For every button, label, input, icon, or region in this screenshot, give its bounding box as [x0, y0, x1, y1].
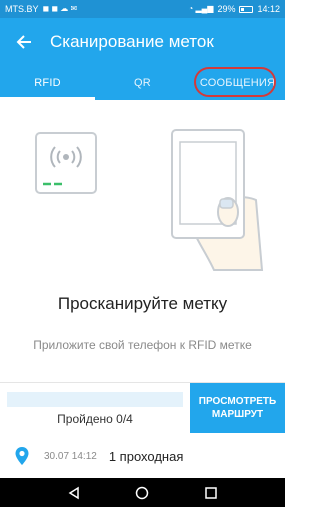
- bottom-panel: Пройдено 0/4 ПРОСМОТРЕТЬ МАРШРУТ: [0, 382, 285, 433]
- battery-percent: 29%: [217, 4, 236, 14]
- notification-icons: ◼ ◼ ☁ ✉: [42, 4, 78, 13]
- view-route-label-line1: ПРОСМОТРЕТЬ: [198, 396, 277, 407]
- tab-bar: RFID QR СООБЩЕНИЯ: [0, 66, 285, 100]
- route-item-name: 1 проходная: [108, 448, 184, 464]
- system-nav-bar: [0, 478, 285, 507]
- back-button[interactable]: [0, 18, 48, 66]
- signal-icons: ◔ ▂▄▆: [188, 4, 214, 13]
- scan-title: Просканируйте метку: [57, 294, 228, 313]
- tab-qr[interactable]: QR: [95, 66, 190, 100]
- scan-illustration: [35, 129, 264, 271]
- scan-hint: Приложите свой телефон к RFID метке: [33, 338, 252, 352]
- tab-rfid[interactable]: RFID: [0, 66, 95, 100]
- back-triangle-icon[interactable]: [67, 486, 81, 500]
- page-title: Сканирование меток: [50, 32, 214, 51]
- route-item-date: 30.07 14:12: [44, 450, 97, 462]
- tab-messages[interactable]: СООБЩЕНИЯ: [190, 66, 285, 100]
- phone-in-hand-icon: [171, 129, 264, 271]
- carrier-label: MTS.BY: [5, 4, 39, 14]
- app-bar: Сканирование меток: [0, 18, 285, 66]
- battery-icon: [239, 5, 254, 13]
- rfid-tag-icon: [35, 132, 97, 194]
- view-route-button[interactable]: ПРОСМОТРЕТЬ МАРШРУТ: [190, 383, 285, 433]
- recents-square-icon[interactable]: [204, 486, 218, 500]
- status-bar: MTS.BY ◼ ◼ ☁ ✉ ◔ ▂▄▆ 29% 14:12: [0, 0, 285, 18]
- home-circle-icon[interactable]: [135, 486, 149, 500]
- arrow-left-icon: [16, 35, 31, 49]
- progress-label: Пройдено 0/4: [57, 412, 133, 426]
- location-pin-icon: [15, 447, 29, 465]
- route-list-item[interactable]: 30.07 14:12 1 проходная: [0, 437, 285, 475]
- clock: 14:12: [257, 4, 280, 14]
- view-route-label-line2: МАРШРУТ: [211, 409, 264, 420]
- progress-area: Пройдено 0/4: [0, 383, 190, 433]
- progress-bar: [7, 392, 183, 407]
